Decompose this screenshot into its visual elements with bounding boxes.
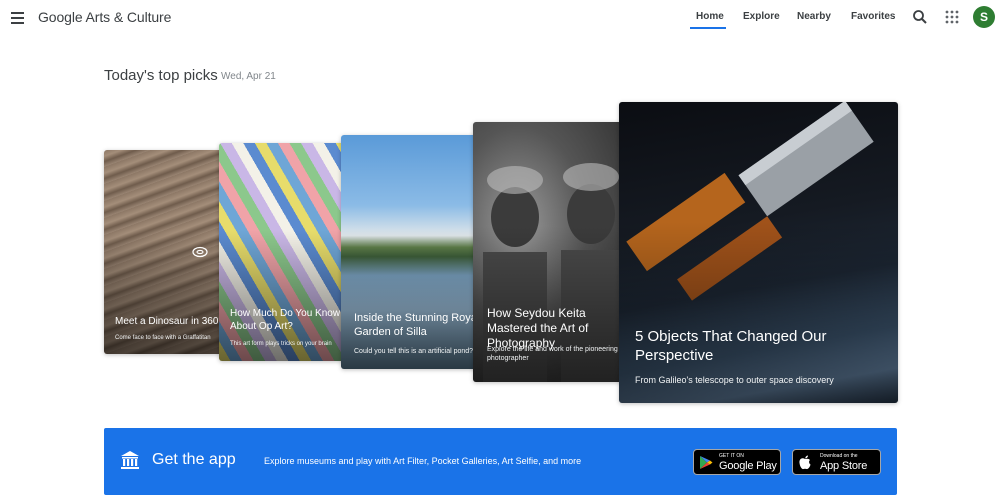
apps-grid-icon[interactable] <box>944 9 960 25</box>
nav-active-indicator <box>690 27 726 29</box>
banner-title: Get the app <box>152 451 236 468</box>
card-description: This art form plays tricks on your brain <box>230 341 332 347</box>
story-card-seydou-keita[interactable]: How Seydou Keita Mastered the Art of Pho… <box>473 122 625 382</box>
app-store-button[interactable]: Download on the App Store <box>792 449 881 475</box>
card-description: Come face to face with a Graffatitan <box>115 335 211 341</box>
museum-icon <box>121 451 139 469</box>
card-title: Inside the Stunning Royal Garden of Sill… <box>354 312 480 338</box>
banner-description: Explore museums and play with Art Filter… <box>264 456 582 466</box>
app-store-small-text: Download on the <box>820 453 858 459</box>
card-title: Meet a Dinosaur in 360° <box>115 316 223 327</box>
google-play-small-text: GET IT ON <box>719 453 744 459</box>
360-view-icon <box>192 246 208 258</box>
apple-icon <box>799 455 811 470</box>
brand-logo[interactable]: Google Arts & Culture <box>38 9 171 25</box>
story-card-royal-garden[interactable]: Inside the Stunning Royal Garden of Sill… <box>341 135 481 369</box>
menu-icon[interactable] <box>8 8 28 28</box>
avatar[interactable]: S <box>973 6 995 28</box>
story-card-op-art[interactable]: How Much Do You Know About Op Art? This … <box>219 143 349 361</box>
google-play-button[interactable]: GET IT ON Google Play <box>693 449 781 475</box>
card-description: From Galileo's telescope to outer space … <box>635 375 834 385</box>
nav-favorites[interactable]: Favorites <box>851 11 895 22</box>
google-play-label: Google Play <box>719 460 777 472</box>
top-bar: Google Arts & Culture Home Explore Nearb… <box>0 0 1000 36</box>
story-card-dinosaur[interactable]: Meet a Dinosaur in 360° Come face to fac… <box>104 150 224 354</box>
nav-home[interactable]: Home <box>696 11 724 22</box>
section-title: Today's top picks <box>104 67 218 84</box>
search-icon[interactable] <box>912 9 928 25</box>
get-app-banner: Get the app Explore museums and play wit… <box>104 428 897 495</box>
nav-nearby[interactable]: Nearby <box>797 11 831 22</box>
story-card-5-objects[interactable]: 5 Objects That Changed Our Perspective F… <box>619 102 898 403</box>
nav-explore[interactable]: Explore <box>743 11 780 22</box>
card-description: Explore the life and work of the pioneer… <box>487 346 618 363</box>
app-store-label: App Store <box>820 460 868 472</box>
google-play-icon <box>700 456 713 469</box>
section-date: Wed, Apr 21 <box>221 71 276 82</box>
card-title: How Much Do You Know About Op Art? <box>230 308 341 332</box>
card-title: 5 Objects That Changed Our Perspective <box>635 328 827 364</box>
card-description: Could you tell this is an artificial pon… <box>354 348 474 355</box>
